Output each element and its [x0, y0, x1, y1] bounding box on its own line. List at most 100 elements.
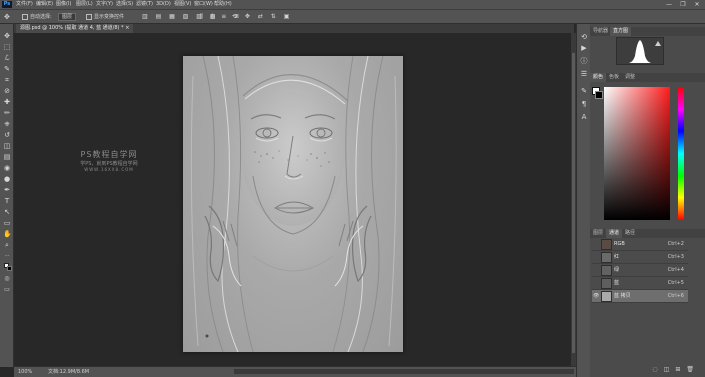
- watermark-subtitle: 学PS，就到PS教程自学网: [80, 161, 138, 167]
- close-button[interactable]: ✕: [690, 0, 704, 9]
- layers-panel-tabs: 图层 通道 路径: [590, 229, 705, 238]
- eye-icon[interactable]: 👁: [593, 290, 599, 302]
- channel-row-red[interactable]: 红 Ctrl+3: [592, 251, 688, 264]
- channel-shortcut: Ctrl+2: [667, 241, 684, 247]
- load-selection-icon[interactable]: ◌: [652, 366, 663, 373]
- channel-shortcut: Ctrl+4: [667, 267, 684, 273]
- move-tool-icon[interactable]: ✥: [4, 13, 10, 21]
- status-bar: 100% 文档:12.9M/8.6M: [14, 366, 576, 377]
- document-info[interactable]: 文档:12.9M/8.6M: [48, 367, 89, 377]
- screen-mode-icon[interactable]: ▭: [3, 286, 11, 294]
- quick-select-icon[interactable]: ✎: [3, 65, 11, 73]
- healing-icon[interactable]: ✚: [3, 98, 11, 106]
- channel-thumbnail: [601, 291, 612, 302]
- menu-view[interactable]: 视图(V): [174, 1, 191, 8]
- channel-actions: ◌◫⊞🗑: [630, 366, 700, 374]
- paragraph-icon[interactable]: ¶: [579, 99, 589, 109]
- path-select-icon[interactable]: ↖: [3, 208, 11, 216]
- menu-select[interactable]: 选择(S): [116, 1, 133, 8]
- document-tab-bar: 源图.psd @ 100% (提取 通道 4, 蓝 通道/8) * ×: [14, 24, 574, 33]
- type-icon[interactable]: T: [3, 197, 11, 205]
- menu-window[interactable]: 窗口(W): [194, 1, 213, 8]
- background-color-swatch[interactable]: [7, 266, 12, 271]
- dodge-icon[interactable]: ●: [3, 175, 11, 183]
- blur-icon[interactable]: ◉: [3, 164, 11, 172]
- gradient-icon[interactable]: ▤: [3, 153, 11, 161]
- save-selection-icon[interactable]: ◫: [664, 366, 676, 373]
- canvas-area[interactable]: PS教程自学网 学PS，就到PS教程自学网 WWW.16XX8.COM: [14, 33, 571, 366]
- channel-name: RGB: [614, 241, 625, 247]
- menu-edit[interactable]: 编辑(E): [36, 1, 53, 8]
- crop-icon[interactable]: ⌗: [3, 76, 11, 84]
- tab-channels[interactable]: 通道: [606, 229, 623, 238]
- actions-icon[interactable]: ▶: [579, 43, 589, 53]
- channel-shortcut: Ctrl+6: [667, 293, 684, 299]
- tab-swatches[interactable]: 色板: [606, 73, 622, 82]
- marquee-icon[interactable]: ⬚: [3, 43, 11, 51]
- quick-mask-icon[interactable]: ◎: [3, 275, 11, 283]
- vertical-scroll-thumb[interactable]: [572, 53, 575, 353]
- tab-histogram[interactable]: 直方图: [610, 27, 632, 36]
- new-channel-icon[interactable]: ⊞: [675, 366, 686, 373]
- channel-row-blue-copy[interactable]: 👁 蓝 拷贝 Ctrl+6: [592, 290, 688, 303]
- tab-navigator[interactable]: 导航器: [590, 27, 611, 36]
- hue-slider[interactable]: [678, 87, 684, 220]
- shape-icon[interactable]: ▭: [3, 219, 11, 227]
- menu-image[interactable]: 图像(I): [56, 1, 71, 8]
- zoom-icon[interactable]: ⌕: [3, 241, 11, 249]
- show-transform-checkbox[interactable]: 显示变换控件: [86, 13, 124, 21]
- stamp-icon[interactable]: ⎈: [3, 120, 11, 128]
- history-brush-icon[interactable]: ↺: [3, 131, 11, 139]
- minimize-button[interactable]: —: [662, 0, 676, 9]
- menu-3d[interactable]: 3D(D): [156, 1, 171, 8]
- channel-row-green[interactable]: 绿 Ctrl+4: [592, 264, 688, 277]
- menu-file[interactable]: 文件(F): [16, 1, 33, 8]
- character-icon[interactable]: A: [579, 112, 589, 122]
- channel-thumbnail: [601, 239, 612, 250]
- menu-layer[interactable]: 图层(L): [76, 1, 93, 8]
- options-bar: ✥ 自动选择: 图层 显示变换控件 ▥ ▤ ▦ ▧ ▨ ▩ ⫼ ⫽ ≡ ≣ ⟲ …: [0, 9, 705, 24]
- horizontal-scrollbar[interactable]: [234, 369, 574, 374]
- channel-name: 红: [614, 254, 620, 260]
- channel-row-rgb[interactable]: RGB Ctrl+2: [592, 238, 688, 251]
- more-tools-icon[interactable]: ···: [3, 252, 11, 260]
- embossed-portrait: [190, 56, 397, 352]
- history-icon[interactable]: ⟲: [579, 32, 589, 42]
- delete-channel-icon[interactable]: 🗑: [686, 366, 700, 373]
- tab-color[interactable]: 颜色: [590, 73, 607, 82]
- lasso-icon[interactable]: ℒ: [3, 54, 11, 62]
- menu-type[interactable]: 文字(Y): [96, 1, 113, 8]
- eraser-icon[interactable]: ◫: [3, 142, 11, 150]
- channel-name: 绿: [614, 267, 620, 273]
- 3d-mode-buttons[interactable]: ⟲ ✥ ⇄ ⇅ ▣: [232, 13, 292, 21]
- color-picker-field[interactable]: [604, 87, 670, 220]
- tab-paths[interactable]: 路径: [622, 229, 638, 238]
- menu-filter[interactable]: 滤镜(T): [136, 1, 153, 8]
- tab-layers[interactable]: 图层: [590, 229, 606, 238]
- close-tab-icon[interactable]: ×: [125, 25, 129, 31]
- show-transform-label: 显示变换控件: [94, 14, 125, 20]
- brush-settings-icon[interactable]: ✎: [579, 86, 589, 96]
- pen-icon[interactable]: ✒: [3, 186, 11, 194]
- channel-thumbnail: [601, 278, 612, 289]
- tab-adjustments[interactable]: 调整: [622, 73, 638, 82]
- eyedropper-icon[interactable]: ⊘: [3, 87, 11, 95]
- brush-icon[interactable]: ✏: [3, 109, 11, 117]
- auto-select-checkbox[interactable]: 自动选择:: [22, 13, 52, 21]
- hand-icon[interactable]: ✋: [3, 230, 12, 238]
- watermark-title: PS教程自学网: [80, 150, 138, 159]
- auto-select-dropdown[interactable]: 图层: [58, 13, 77, 21]
- properties-icon[interactable]: ☰: [579, 69, 589, 79]
- document-tab[interactable]: 源图.psd @ 100% (提取 通道 4, 蓝 通道/8) * ×: [16, 24, 134, 33]
- watermark: PS教程自学网 学PS，就到PS教程自学网 WWW.16XX8.COM: [74, 149, 144, 172]
- document-image[interactable]: [183, 56, 403, 352]
- zoom-level[interactable]: 100%: [18, 367, 32, 377]
- photoshop-logo: Ps: [2, 1, 12, 8]
- restore-button[interactable]: ❐: [676, 0, 690, 9]
- move-icon[interactable]: ✥: [3, 32, 11, 40]
- panel-background-swatch[interactable]: [595, 91, 603, 99]
- tools-panel: ✥ ⬚ ℒ ✎ ⌗ ⊘ ✚ ✏ ⎈ ↺ ◫ ▤ ◉ ● ✒ T ↖ ▭ ✋ ⌕ …: [0, 24, 14, 367]
- channel-row-blue[interactable]: 蓝 Ctrl+5: [592, 277, 688, 290]
- info-icon[interactable]: ⓘ: [579, 56, 589, 66]
- menu-help[interactable]: 帮助(H): [214, 1, 232, 8]
